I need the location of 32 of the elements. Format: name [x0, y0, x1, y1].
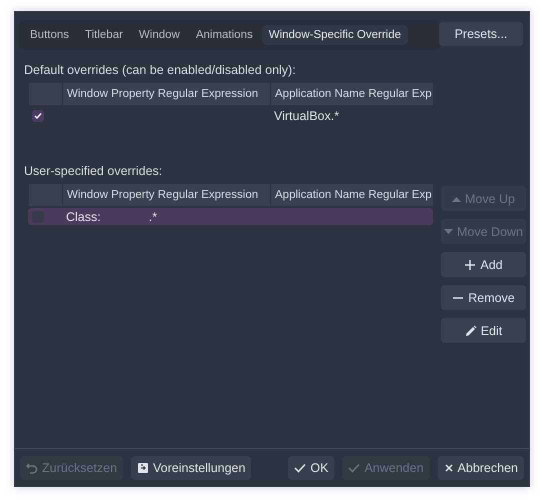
- section-label: Default overrides (can be enabled/disabled only):: [24, 63, 297, 77]
- tab[interactable]: Animations: [188, 25, 260, 45]
- tab[interactable]: Window-Specific Override: [262, 25, 408, 45]
- column-header: Application Name Regular Exp: [270, 184, 433, 206]
- column-header: Window Property Regular Expression: [62, 83, 270, 105]
- table-cell: Class:: [66, 210, 101, 224]
- caret-down-icon: [444, 228, 453, 234]
- button[interactable]: Edit: [441, 318, 526, 343]
- pencil-icon: [464, 324, 477, 336]
- button[interactable]: Add: [441, 252, 526, 277]
- section-label: User-specified overrides:: [24, 164, 164, 178]
- tab[interactable]: Buttons: [23, 25, 76, 45]
- close-icon: [444, 462, 454, 472]
- check-icon: [294, 462, 306, 474]
- plus-icon: [464, 258, 476, 270]
- table-row[interactable]: Class: .*: [28, 208, 433, 225]
- table-cell: VirtualBox.*: [274, 108, 340, 122]
- button[interactable]: Voreinstellungen: [131, 456, 252, 480]
- check-icon: [348, 462, 360, 474]
- button[interactable]: OK: [288, 456, 334, 480]
- caret-up-icon: [452, 196, 461, 202]
- checkbox[interactable]: [32, 110, 44, 122]
- table-cell: .*: [148, 210, 158, 224]
- presets-button[interactable]: Presets...: [439, 22, 523, 46]
- tab[interactable]: Window: [132, 25, 187, 45]
- button[interactable]: Abbrechen: [438, 456, 524, 480]
- undo-icon: [26, 462, 38, 474]
- column-header: Application Name Regular Exp: [270, 83, 433, 105]
- table-row[interactable]: VirtualBox.*: [28, 107, 433, 124]
- column-header: Window Property Regular Expression: [62, 184, 270, 206]
- button[interactable]: Remove: [441, 285, 526, 310]
- tab[interactable]: Titlebar: [78, 25, 130, 45]
